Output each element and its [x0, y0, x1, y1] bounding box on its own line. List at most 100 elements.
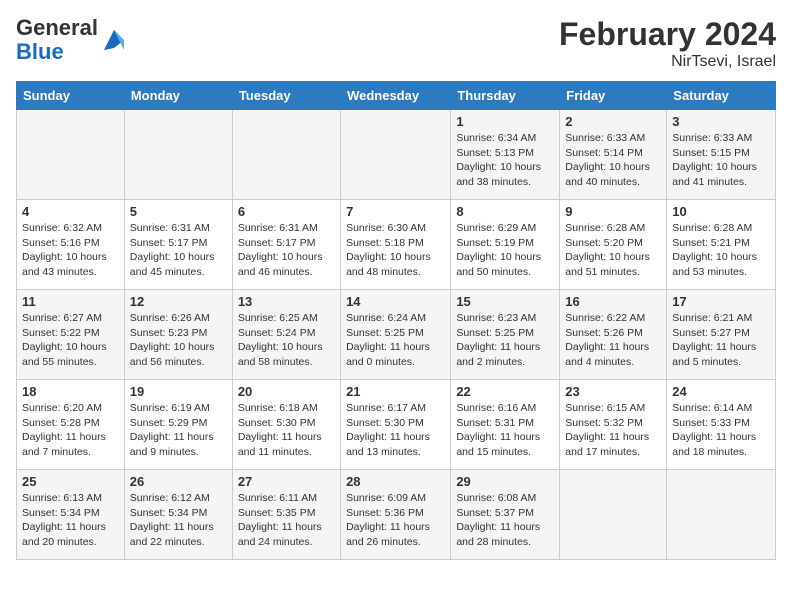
weekday-header-thursday: Thursday [451, 82, 560, 110]
day-info: Sunrise: 6:33 AMSunset: 5:15 PMDaylight:… [672, 131, 770, 190]
day-number: 26 [130, 474, 227, 489]
calendar-table: SundayMondayTuesdayWednesdayThursdayFrid… [16, 81, 776, 560]
weekday-header-friday: Friday [560, 82, 667, 110]
week-row-3: 18 Sunrise: 6:20 AMSunset: 5:28 PMDayligh… [17, 380, 776, 470]
day-number: 13 [238, 294, 335, 309]
calendar-cell: 14 Sunrise: 6:24 AMSunset: 5:25 PMDayligh… [341, 290, 451, 380]
day-info: Sunrise: 6:24 AMSunset: 5:25 PMDaylight:… [346, 311, 445, 370]
day-info: Sunrise: 6:13 AMSunset: 5:34 PMDaylight:… [22, 491, 119, 550]
calendar-cell: 9Sunrise: 6:28 AMSunset: 5:20 PMDaylight… [560, 200, 667, 290]
day-number: 10 [672, 204, 770, 219]
day-info: Sunrise: 6:08 AMSunset: 5:37 PMDaylight:… [456, 491, 554, 550]
day-number: 14 [346, 294, 445, 309]
calendar-cell [341, 110, 451, 200]
day-info: Sunrise: 6:14 AMSunset: 5:33 PMDaylight:… [672, 401, 770, 460]
calendar-cell: 1 Sunrise: 6:34 AMSunset: 5:13 PMDaylight… [451, 110, 560, 200]
calendar-cell: 4 Sunrise: 6:32 AMSunset: 5:16 PMDaylight… [17, 200, 125, 290]
calendar-cell [232, 110, 340, 200]
calendar-cell: 15 Sunrise: 6:23 AMSunset: 5:25 PMDayligh… [451, 290, 560, 380]
day-number: 8 [456, 204, 554, 219]
day-number: 2 [565, 114, 661, 129]
calendar-cell: 8 Sunrise: 6:29 AMSunset: 5:19 PMDaylight… [451, 200, 560, 290]
day-number: 15 [456, 294, 554, 309]
weekday-header-monday: Monday [124, 82, 232, 110]
day-info: Sunrise: 6:29 AMSunset: 5:19 PMDaylight:… [456, 221, 554, 280]
calendar-cell: 7Sunrise: 6:30 AMSunset: 5:18 PMDaylight… [341, 200, 451, 290]
day-info: Sunrise: 6:32 AMSunset: 5:16 PMDaylight:… [22, 221, 119, 280]
calendar-cell: 18 Sunrise: 6:20 AMSunset: 5:28 PMDayligh… [17, 380, 125, 470]
day-number: 6 [238, 204, 335, 219]
day-info: Sunrise: 6:31 AMSunset: 5:17 PMDaylight:… [238, 221, 335, 280]
logo-text: General Blue [16, 16, 98, 64]
weekday-header-saturday: Saturday [667, 82, 776, 110]
day-number: 1 [456, 114, 554, 129]
day-number: 21 [346, 384, 445, 399]
week-row-4: 25Sunrise: 6:13 AMSunset: 5:34 PMDayligh… [17, 470, 776, 560]
calendar-cell: 28Sunrise: 6:09 AMSunset: 5:36 PMDayligh… [341, 470, 451, 560]
calendar-cell: 29 Sunrise: 6:08 AMSunset: 5:37 PMDayligh… [451, 470, 560, 560]
day-number: 17 [672, 294, 770, 309]
day-info: Sunrise: 6:28 AMSunset: 5:21 PMDaylight:… [672, 221, 770, 280]
day-info: Sunrise: 6:27 AMSunset: 5:22 PMDaylight:… [22, 311, 119, 370]
day-number: 24 [672, 384, 770, 399]
calendar-cell: 12 Sunrise: 6:26 AMSunset: 5:23 PMDayligh… [124, 290, 232, 380]
calendar-cell [124, 110, 232, 200]
month-year-title: February 2024 [559, 16, 776, 53]
day-info: Sunrise: 6:11 AMSunset: 5:35 PMDaylight:… [238, 491, 335, 550]
calendar-cell: 6 Sunrise: 6:31 AMSunset: 5:17 PMDaylight… [232, 200, 340, 290]
day-number: 23 [565, 384, 661, 399]
day-number: 27 [238, 474, 335, 489]
day-number: 4 [22, 204, 119, 219]
day-info: Sunrise: 6:09 AMSunset: 5:36 PMDaylight:… [346, 491, 445, 550]
day-info: Sunrise: 6:23 AMSunset: 5:25 PMDaylight:… [456, 311, 554, 370]
day-info: Sunrise: 6:18 AMSunset: 5:30 PMDaylight:… [238, 401, 335, 460]
day-info: Sunrise: 6:22 AMSunset: 5:26 PMDaylight:… [565, 311, 661, 370]
weekday-header-sunday: Sunday [17, 82, 125, 110]
day-info: Sunrise: 6:17 AMSunset: 5:30 PMDaylight:… [346, 401, 445, 460]
calendar-cell: 20Sunrise: 6:18 AMSunset: 5:30 PMDayligh… [232, 380, 340, 470]
day-number: 9 [565, 204, 661, 219]
day-number: 19 [130, 384, 227, 399]
day-number: 5 [130, 204, 227, 219]
day-info: Sunrise: 6:12 AMSunset: 5:34 PMDaylight:… [130, 491, 227, 550]
calendar-cell: 2 Sunrise: 6:33 AMSunset: 5:14 PMDaylight… [560, 110, 667, 200]
week-row-1: 4 Sunrise: 6:32 AMSunset: 5:16 PMDaylight… [17, 200, 776, 290]
day-info: Sunrise: 6:33 AMSunset: 5:14 PMDaylight:… [565, 131, 661, 190]
calendar-cell: 19 Sunrise: 6:19 AMSunset: 5:29 PMDayligh… [124, 380, 232, 470]
calendar-cell [560, 470, 667, 560]
day-info: Sunrise: 6:21 AMSunset: 5:27 PMDaylight:… [672, 311, 770, 370]
day-number: 16 [565, 294, 661, 309]
week-row-0: 1 Sunrise: 6:34 AMSunset: 5:13 PMDaylight… [17, 110, 776, 200]
day-number: 29 [456, 474, 554, 489]
day-info: Sunrise: 6:20 AMSunset: 5:28 PMDaylight:… [22, 401, 119, 460]
calendar-cell: 24 Sunrise: 6:14 AMSunset: 5:33 PMDayligh… [667, 380, 776, 470]
day-info: Sunrise: 6:16 AMSunset: 5:31 PMDaylight:… [456, 401, 554, 460]
calendar-cell: 22 Sunrise: 6:16 AMSunset: 5:31 PMDayligh… [451, 380, 560, 470]
location-subtitle: NirTsevi, Israel [559, 53, 776, 71]
day-number: 11 [22, 294, 119, 309]
calendar-cell: 11 Sunrise: 6:27 AMSunset: 5:22 PMDayligh… [17, 290, 125, 380]
day-number: 12 [130, 294, 227, 309]
logo-icon [100, 26, 128, 54]
calendar-cell: 25Sunrise: 6:13 AMSunset: 5:34 PMDayligh… [17, 470, 125, 560]
day-number: 7 [346, 204, 445, 219]
calendar-body: 1 Sunrise: 6:34 AMSunset: 5:13 PMDaylight… [17, 110, 776, 560]
calendar-cell: 23 Sunrise: 6:15 AMSunset: 5:32 PMDayligh… [560, 380, 667, 470]
day-info: Sunrise: 6:26 AMSunset: 5:23 PMDaylight:… [130, 311, 227, 370]
calendar-cell: 16 Sunrise: 6:22 AMSunset: 5:26 PMDayligh… [560, 290, 667, 380]
day-info: Sunrise: 6:31 AMSunset: 5:17 PMDaylight:… [130, 221, 227, 280]
weekday-header-wednesday: Wednesday [341, 82, 451, 110]
day-number: 3 [672, 114, 770, 129]
page-header: General Blue February 2024 NirTsevi, Isr… [16, 16, 776, 71]
week-row-2: 11 Sunrise: 6:27 AMSunset: 5:22 PMDayligh… [17, 290, 776, 380]
day-number: 22 [456, 384, 554, 399]
day-info: Sunrise: 6:19 AMSunset: 5:29 PMDaylight:… [130, 401, 227, 460]
calendar-cell: 13 Sunrise: 6:25 AMSunset: 5:24 PMDayligh… [232, 290, 340, 380]
calendar-cell: 5 Sunrise: 6:31 AMSunset: 5:17 PMDaylight… [124, 200, 232, 290]
day-number: 18 [22, 384, 119, 399]
header-row: SundayMondayTuesdayWednesdayThursdayFrid… [17, 82, 776, 110]
day-info: Sunrise: 6:34 AMSunset: 5:13 PMDaylight:… [456, 131, 554, 190]
day-info: Sunrise: 6:15 AMSunset: 5:32 PMDaylight:… [565, 401, 661, 460]
calendar-cell: 3 Sunrise: 6:33 AMSunset: 5:15 PMDaylight… [667, 110, 776, 200]
day-info: Sunrise: 6:25 AMSunset: 5:24 PMDaylight:… [238, 311, 335, 370]
